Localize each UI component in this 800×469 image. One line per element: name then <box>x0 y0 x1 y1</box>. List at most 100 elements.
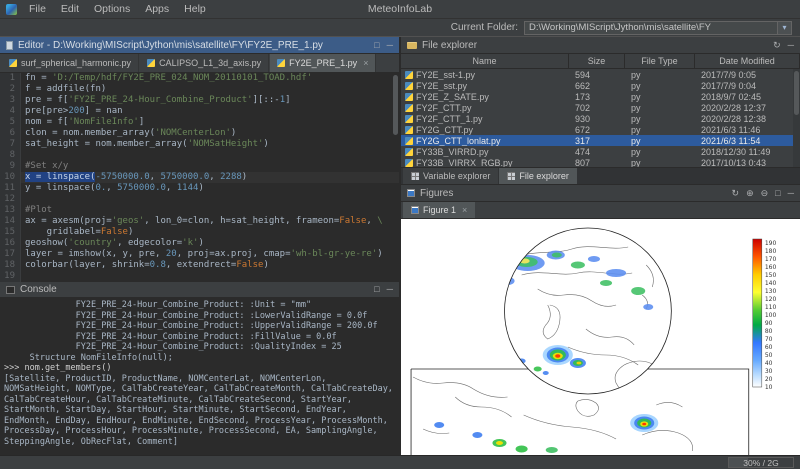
column-header-size[interactable]: Size <box>569 54 625 68</box>
file-row[interactable]: FY2G_CTT_lonlat.py317py2021/6/3 11:54 <box>401 135 800 146</box>
code-line[interactable]: 5nom = f['NomFileInfo'] <box>0 117 399 128</box>
console-line: FY2E_PRE_24-Hour_Combine_Product: :Unit … <box>4 300 395 311</box>
chevron-down-icon[interactable]: ▾ <box>777 22 791 34</box>
console-line: FY2E_PRE_24-Hour_Combine_Product: :Upper… <box>4 321 395 332</box>
svg-text:40: 40 <box>765 360 773 367</box>
minimize-icon[interactable]: ─ <box>387 41 393 50</box>
menu-file[interactable]: File <box>22 2 53 16</box>
python-file-icon <box>405 82 413 90</box>
code-text: #Plot <box>21 205 52 216</box>
line-number: 1 <box>0 73 21 84</box>
column-header-file-type[interactable]: File Type <box>625 54 695 68</box>
status-bar: 30% / 2G <box>0 455 800 469</box>
console-output[interactable]: FY2E_PRE_24-Hour_Combine_Product: :Unit … <box>0 298 399 455</box>
editor-header: Editor - D:\Working\MIScript\Jython\mis\… <box>0 37 399 54</box>
file-row[interactable]: FY2E_Z_SATE.py173py2018/9/7 02:45 <box>401 91 800 102</box>
line-number: 3 <box>0 95 21 106</box>
python-file-icon <box>9 59 17 67</box>
code-line[interactable]: 6clon = nom.member_array('NOMCenterLon') <box>0 128 399 139</box>
code-text: pre = f['FY2E_PRE_24-Hour_Combine_Produc… <box>21 95 291 106</box>
file-type-cell: py <box>625 92 695 102</box>
code-line[interactable]: 11y = linspace(0., 5750000.0, 1144) <box>0 183 399 194</box>
refresh-icon[interactable]: ↻ <box>732 189 740 198</box>
python-file-icon <box>405 115 413 123</box>
figure-canvas[interactable]: 1901801701601501401301201101009080706050… <box>401 219 800 455</box>
memory-indicator[interactable]: 30% / 2G <box>728 457 794 468</box>
file-type-cell: py <box>625 81 695 91</box>
file-row[interactable]: FY2E_sst.py662py2017/7/9 0:04 <box>401 80 800 91</box>
code-line[interactable]: 8 <box>0 150 399 161</box>
column-header-name[interactable]: Name <box>401 54 569 68</box>
console-header-icons: □─ <box>374 285 393 294</box>
svg-text:70: 70 <box>765 336 773 343</box>
line-number: 2 <box>0 84 21 95</box>
minimize-icon[interactable]: ─ <box>387 285 393 294</box>
editor-tab[interactable]: CALIPSO_L1_3d_axis.py <box>140 54 269 72</box>
file-row[interactable]: FY2F_CTT.py702py2020/2/28 12:37 <box>401 102 800 113</box>
code-line[interactable]: 10x = linspace(-5750000.0, 5750000.0, 22… <box>0 172 399 183</box>
file-type-cell: py <box>625 114 695 124</box>
code-line[interactable]: 7sat_height = nom.member_array('NOMSatHe… <box>0 139 399 150</box>
tab-file-explorer[interactable]: File explorer <box>499 168 577 184</box>
file-row[interactable]: FY2F_CTT_1.py930py2020/2/28 12:38 <box>401 113 800 124</box>
code-line[interactable]: 17layer = imshow(x, y, pre, 20, proj=ax.… <box>0 249 399 260</box>
code-line[interactable]: 1fn = 'D:/Temp/hdf/FY2E_PRE_024_NOM_2011… <box>0 73 399 84</box>
file-size-cell: 930 <box>569 114 625 124</box>
code-line[interactable]: 9#Set x/y <box>0 161 399 172</box>
svg-text:80: 80 <box>765 328 773 335</box>
console-line: FY2E_PRE_24-Hour_Combine_Product: :Lower… <box>4 311 395 322</box>
code-line[interactable]: 19 <box>0 271 399 282</box>
full-extent-icon[interactable]: □ <box>775 189 780 198</box>
line-number: 4 <box>0 106 21 117</box>
svg-text:170: 170 <box>765 256 777 263</box>
menu-apps[interactable]: Apps <box>138 2 176 16</box>
code-area[interactable]: 1fn = 'D:/Temp/hdf/FY2E_PRE_024_NOM_2011… <box>0 73 399 282</box>
tab-figure-1[interactable]: Figure 1 × <box>403 202 475 218</box>
editor-scrollbar[interactable] <box>393 75 398 135</box>
code-line[interactable]: 2f = addfile(fn) <box>0 84 399 95</box>
code-line[interactable]: 15 gridlabel=False) <box>0 227 399 238</box>
zoom-out-icon[interactable]: ⊖ <box>761 189 769 198</box>
zoom-in-icon[interactable]: ⊕ <box>746 189 754 198</box>
code-line[interactable]: 16geoshow('country', edgecolor='k') <box>0 238 399 249</box>
column-header-date-modified[interactable]: Date Modified <box>695 54 800 68</box>
editor-tab[interactable]: surf_spherical_harmonic.py <box>2 54 139 72</box>
menu-options[interactable]: Options <box>87 2 137 16</box>
menu-help[interactable]: Help <box>177 2 213 16</box>
file-table-scrollbar[interactable] <box>793 69 800 168</box>
refresh-icon[interactable]: ↻ <box>773 41 781 50</box>
tab-label: FY2E_PRE_1.py <box>289 58 357 68</box>
file-row[interactable]: FY2E_sst-1.py594py2017/7/9 0:05 <box>401 69 800 80</box>
float-icon[interactable]: □ <box>374 41 379 50</box>
minimize-icon[interactable]: ─ <box>788 41 794 50</box>
menu-edit[interactable]: Edit <box>54 2 86 16</box>
line-number: 19 <box>0 271 21 282</box>
menu-bar-items: FileEditOptionsAppsHelp <box>22 2 213 16</box>
python-file-icon <box>405 71 413 79</box>
float-icon[interactable]: □ <box>374 285 379 294</box>
file-row[interactable]: FY2G_CTT.py672py2021/6/3 11:46 <box>401 124 800 135</box>
file-row[interactable]: FY33B_VIRRX_RGB.py807py2017/10/13 0:43 <box>401 157 800 168</box>
code-line[interactable]: 12 <box>0 194 399 205</box>
code-line[interactable]: 13#Plot <box>0 205 399 216</box>
editor-tab[interactable]: FY2E_PRE_1.py × <box>270 54 376 72</box>
main-area: Editor - D:\Working\MIScript\Jython\mis\… <box>0 37 800 455</box>
figures-title: Figures <box>420 188 453 199</box>
close-tab-icon[interactable]: × <box>363 58 368 68</box>
code-line[interactable]: 18colorbar(layer, shrink=0.8, extendrect… <box>0 260 399 271</box>
line-number: 8 <box>0 150 21 161</box>
code-line[interactable]: 3pre = f['FY2E_PRE_24-Hour_Combine_Produ… <box>0 95 399 106</box>
panel-tab-icon <box>507 172 515 180</box>
file-table-rows: FY2E_sst-1.py594py2017/7/9 0:05FY2E_sst.… <box>401 69 800 168</box>
minimize-icon[interactable]: ─ <box>788 189 794 198</box>
tab-variable-explorer[interactable]: Variable explorer <box>403 168 498 184</box>
code-line[interactable]: 14ax = axesm(proj='geos', lon_0=clon, h=… <box>0 216 399 227</box>
svg-text:180: 180 <box>765 248 777 255</box>
colorbar: 1901801701601501401301201101009080706050… <box>753 239 777 391</box>
close-tab-icon[interactable]: × <box>462 205 467 215</box>
console-line: FY2E_PRE_24-Hour_Combine_Product: :Quali… <box>4 342 395 353</box>
current-folder-combo[interactable]: D:\Working\MIScript\Jython\mis\satellite… <box>524 21 792 35</box>
line-number: 10 <box>0 172 21 183</box>
code-line[interactable]: 4pre[pre>200] = nan <box>0 106 399 117</box>
file-row[interactable]: FY33B_VIRRD.py474py2018/12/30 11:49 <box>401 146 800 157</box>
